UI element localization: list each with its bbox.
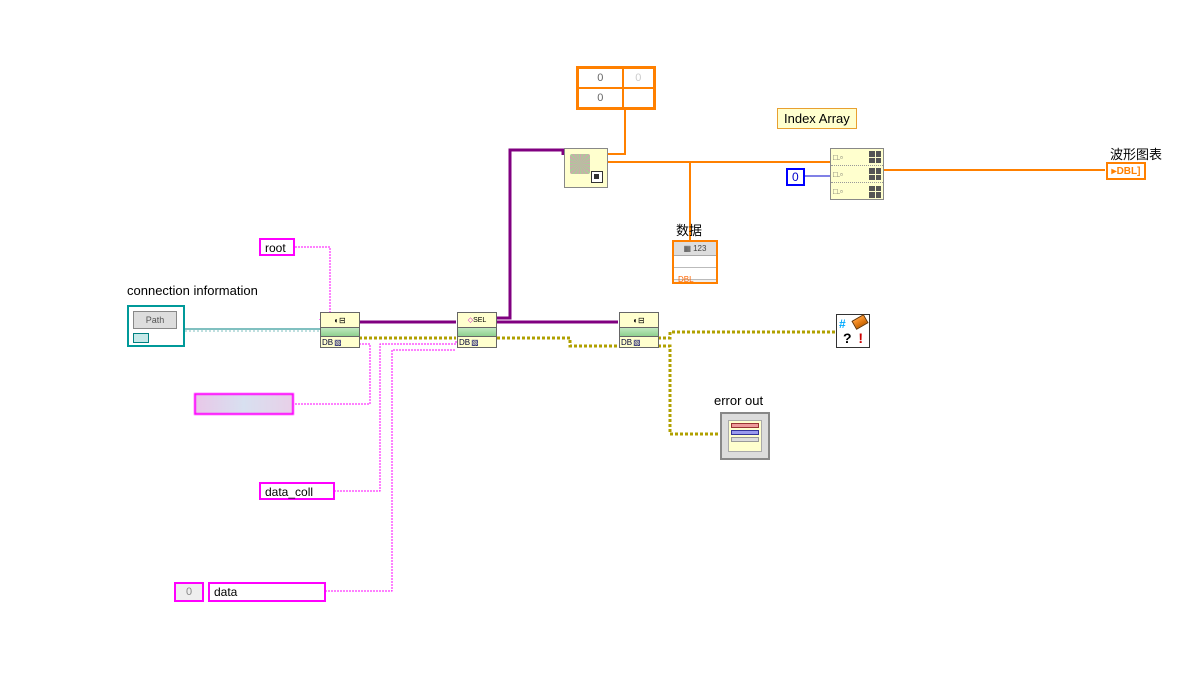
root-text: root: [265, 241, 286, 255]
label-waveform-chart: 波形图表: [1110, 144, 1162, 163]
data-variant-indicator[interactable]: ▦123 DBL: [672, 240, 718, 284]
array-index-selector[interactable]: 0: [174, 582, 204, 602]
variant-dbl-label: DBL: [678, 275, 694, 284]
corner-box-icon: [591, 171, 603, 183]
string-constant-data-coll[interactable]: data_coll: [259, 482, 335, 500]
index-row-1: □.▫: [831, 166, 883, 183]
cell-0-0[interactable]: 0: [578, 68, 623, 88]
db-close-glyph-icon: ◐⊟: [620, 313, 658, 327]
label-index-array: Index Array: [777, 108, 857, 129]
wire-root-to-db1: [295, 247, 330, 320]
string-constant-blurred[interactable]: [194, 393, 294, 415]
index-row-0: □.▫: [831, 149, 883, 166]
question-mark-icon: ?: [843, 330, 852, 346]
wire-db3-clearerr: [658, 332, 835, 338]
data-text: data: [214, 585, 237, 599]
label-error-out: error out: [714, 393, 763, 408]
path-emblem-icon: [133, 333, 149, 343]
db-open-connection-node[interactable]: ◐⊟ DB▧: [320, 312, 360, 348]
variant-123-icon: ▦123: [674, 242, 716, 256]
connection-information-constant[interactable]: Path: [127, 305, 185, 347]
path-icon: Path: [133, 311, 177, 329]
waveform-chart-terminal[interactable]: ▸DBL]: [1106, 162, 1146, 180]
db-close-connection-node[interactable]: ◐⊟ DB▧: [619, 312, 659, 348]
index-array-node[interactable]: □.▫ □.▫ □.▫: [830, 148, 884, 200]
exclamation-icon: !: [858, 330, 863, 346]
data-coll-text: data_coll: [265, 485, 313, 499]
db-select-node[interactable]: ◇SEL DB▧: [457, 312, 497, 348]
label-data-zh: 数据: [676, 220, 702, 239]
wire-smudge-to-db1: [295, 344, 370, 404]
db-select-glyph-icon: ◇SEL: [458, 313, 496, 327]
build-array-constant[interactable]: 0 0 0: [576, 66, 656, 110]
wire-db2-parse: [497, 150, 563, 318]
label-connection-information: connection information: [127, 283, 258, 298]
string-constant-root[interactable]: root: [259, 238, 295, 256]
wire-db2-db3-err: [497, 338, 618, 346]
error-out-cluster[interactable]: [720, 412, 770, 460]
wire-data-to-db2: [325, 350, 456, 591]
variant-to-data-node[interactable]: [564, 148, 608, 188]
cell-1-1[interactable]: [623, 88, 654, 108]
clear-errors-node[interactable]: # ? !: [836, 314, 870, 348]
wire-datacoll-to-db2: [334, 340, 456, 491]
hash-icon: #: [839, 317, 846, 331]
numeric-constant-zero[interactable]: 0: [786, 168, 805, 186]
block-diagram-canvas: connection information Path root data_co…: [0, 0, 1192, 698]
gear-starburst-icon: [570, 154, 590, 174]
index-row-2: □.▫: [831, 183, 883, 200]
error-cluster-icon: [728, 420, 762, 452]
string-array-constant-data[interactable]: data: [208, 582, 326, 602]
db-open-glyph-icon: ◐⊟: [321, 313, 359, 327]
wire-db3-errout: [658, 346, 720, 434]
cell-0-1[interactable]: 0: [623, 68, 654, 88]
eraser-icon: [851, 314, 868, 330]
cell-1-0[interactable]: 0: [578, 88, 623, 108]
